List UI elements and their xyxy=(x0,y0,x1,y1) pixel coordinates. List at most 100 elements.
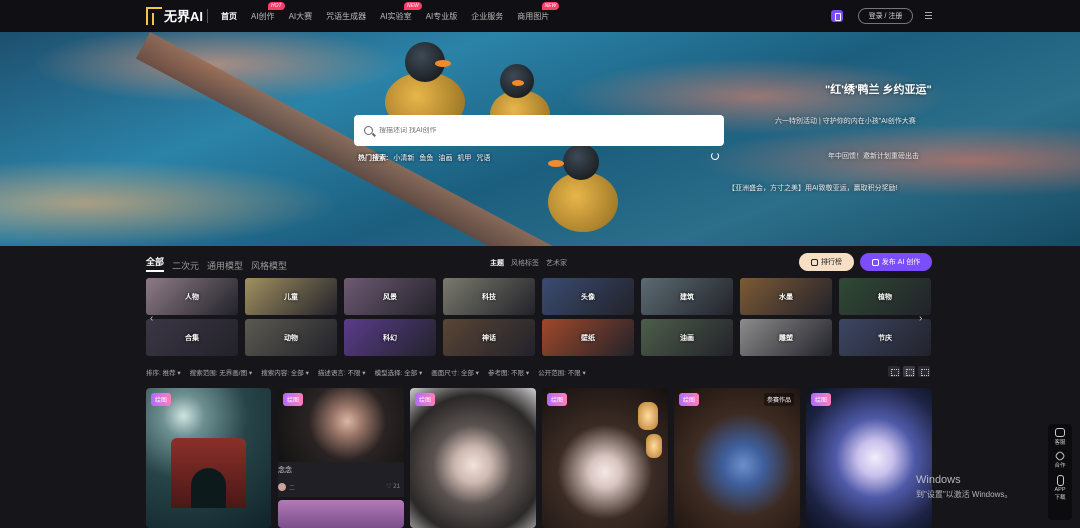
banner-art-duck xyxy=(548,144,618,232)
upload-icon xyxy=(871,258,879,266)
category-tile[interactable]: 头像 xyxy=(542,278,634,315)
tab-artist[interactable]: 艺术家 xyxy=(546,258,567,268)
tab-style-tags[interactable]: 风格标签 xyxy=(511,258,539,268)
app-download-button[interactable]: APP下载 xyxy=(1053,475,1067,501)
search-input[interactable] xyxy=(379,127,699,134)
nav-enterprise[interactable]: 企业服务 xyxy=(471,11,503,22)
logo-text: 无界AI xyxy=(164,9,204,24)
filter-visibility[interactable]: 公开范围: 不限 ▾ xyxy=(538,367,586,377)
tab-style-model[interactable]: 风格模型 xyxy=(251,259,287,272)
filter-search-scope[interactable]: 搜索范围: 无界画/图 ▾ xyxy=(190,367,253,377)
tab-all[interactable]: 全部 xyxy=(146,255,165,272)
new-badge: NEW xyxy=(404,1,422,10)
card-author[interactable]: 二 xyxy=(289,483,295,492)
login-register-button[interactable]: 登录 / 注册 xyxy=(858,8,913,24)
filter-model[interactable]: 模型选择: 全部 ▾ xyxy=(375,367,423,377)
hot-search-term[interactable]: 咒语 xyxy=(476,153,490,163)
category-label: 风景 xyxy=(383,293,397,301)
hot-search-term[interactable]: 机甲 xyxy=(457,153,471,163)
category-tile[interactable]: 水墨 xyxy=(740,278,832,315)
watermark-line: Windows xyxy=(916,474,961,486)
chevron-right-icon[interactable]: › xyxy=(919,313,922,324)
model-tabs: 全部 二次元 通用模型 风格模型 xyxy=(146,255,287,272)
nav-home[interactable]: 首页 xyxy=(221,11,237,22)
trophy-icon xyxy=(811,258,818,266)
main-nav: 首页 AI创作 HOT AI大赛 咒语生成器 AI实验室 NEW AI专业版 企业服… xyxy=(221,0,563,32)
category-tile[interactable]: 风景 xyxy=(344,278,436,315)
gallery-card[interactable]: 绘图 xyxy=(146,388,271,528)
cooperation-button[interactable]: 合作 xyxy=(1054,450,1066,469)
view-toggle xyxy=(888,366,930,377)
tab-anime[interactable]: 二次元 xyxy=(172,259,199,272)
hot-search-term[interactable]: 油画 xyxy=(438,153,452,163)
diamond-icon xyxy=(1054,450,1066,462)
mobile-app-icon[interactable] xyxy=(831,10,843,22)
category-tile[interactable]: 植物 xyxy=(839,278,931,315)
nav-ai-pro[interactable]: AI专业版 xyxy=(426,11,458,22)
gallery-card[interactable] xyxy=(278,500,404,528)
nav-commercial-images[interactable]: 商用图片 NEW xyxy=(517,1,560,22)
filter-search-content[interactable]: 搜索内容: 全部 ▾ xyxy=(261,367,309,377)
filter-reference-image[interactable]: 参考图: 不限 ▾ xyxy=(488,367,529,377)
card-tag: 绘图 xyxy=(415,393,436,406)
menu-icon[interactable] xyxy=(925,12,932,19)
tab-theme[interactable]: 主题 xyxy=(490,258,504,268)
category-tile[interactable]: 科技 xyxy=(443,278,535,315)
filter-language[interactable]: 描述语言: 不限 ▾ xyxy=(318,367,366,377)
refresh-icon[interactable] xyxy=(711,152,719,160)
category-tile[interactable]: 合集 xyxy=(146,319,238,356)
floating-toolbar: 客服 合作 APP下载 xyxy=(1048,424,1072,520)
nav-prompt-generator[interactable]: 咒语生成器 xyxy=(326,11,366,22)
filter-size[interactable]: 画面尺寸: 全部 ▾ xyxy=(431,367,479,377)
chevron-left-icon[interactable]: ‹ xyxy=(150,313,153,324)
search-box[interactable] xyxy=(354,115,724,146)
nav-ai-create[interactable]: AI创作 HOT xyxy=(251,1,285,22)
category-tile[interactable]: 雕塑 xyxy=(740,319,832,356)
category-tile[interactable]: 儿童 xyxy=(245,278,337,315)
category-label: 水墨 xyxy=(779,293,793,301)
category-label: 人物 xyxy=(185,293,199,301)
gallery-card[interactable]: 绘图 xyxy=(806,388,932,528)
nav-ai-contest[interactable]: AI大赛 xyxy=(289,11,313,22)
category-label: 雕塑 xyxy=(779,334,793,342)
leaderboard-button[interactable]: 排行榜 xyxy=(799,253,854,271)
hot-searches: 热门搜索: 小清新 鱼鱼 油画 机甲 咒语 xyxy=(358,153,490,163)
avatar[interactable] xyxy=(278,483,286,491)
filter-sort[interactable]: 排序: 推荐 ▾ xyxy=(146,367,181,377)
hot-search-term[interactable]: 鱼鱼 xyxy=(419,153,433,163)
phone-icon xyxy=(1056,475,1064,486)
tab-general-model[interactable]: 通用模型 xyxy=(207,259,243,272)
tool-label: APP下载 xyxy=(1054,487,1066,501)
gallery-card[interactable]: 绘图 参赛作品 xyxy=(674,388,800,528)
category-grid: 人物 儿童 风景 科技 头像 建筑 水墨 植物合集 动物 科幻 神话 壁纸 油画 雕塑 节庆 xyxy=(146,278,932,356)
card-tag: 绘图 xyxy=(811,393,832,406)
category-tile[interactable]: 动物 xyxy=(245,319,337,356)
hot-badge: HOT xyxy=(268,1,285,10)
customer-service-button[interactable]: 客服 xyxy=(1054,428,1066,446)
card-tag: 绘图 xyxy=(547,393,568,406)
hot-search-term[interactable]: 小清新 xyxy=(393,153,414,163)
category-tile[interactable]: 人物 xyxy=(146,278,238,315)
gallery-card[interactable]: 绘图 xyxy=(410,388,536,528)
category-tile[interactable]: 科幻 xyxy=(344,319,436,356)
category-label: 儿童 xyxy=(284,293,298,301)
new-badge: NEW xyxy=(541,1,560,10)
category-tile[interactable]: 建筑 xyxy=(641,278,733,315)
gallery-card[interactable]: 绘图 xyxy=(278,388,404,462)
grid-view-icon[interactable] xyxy=(903,366,915,377)
brand-logo[interactable]: 无界AI xyxy=(146,6,203,25)
card-likes[interactable]: ♡ 21 xyxy=(386,483,400,490)
list-view-icon[interactable] xyxy=(918,366,930,377)
category-tile[interactable]: 神话 xyxy=(443,319,535,356)
banner-headline: "红'绣'鸭兰 乡约亚运" xyxy=(825,84,932,96)
nav-ai-lab[interactable]: AI实验室 NEW xyxy=(380,1,422,22)
top-navigation-bar: 无界AI 首页 AI创作 HOT AI大赛 咒语生成器 AI实验室 NEW AI专业… xyxy=(0,0,1080,32)
publish-creation-button[interactable]: 发布 AI 创作 xyxy=(860,253,932,271)
category-tile[interactable]: 节庆 xyxy=(839,319,931,356)
card-tag: 绘图 xyxy=(679,393,700,406)
category-tile[interactable]: 壁纸 xyxy=(542,319,634,356)
gallery-card[interactable]: 绘图 xyxy=(542,388,668,528)
grid-small-view-icon[interactable] xyxy=(888,366,900,377)
category-label: 科技 xyxy=(482,293,496,301)
category-tile[interactable]: 油画 xyxy=(641,319,733,356)
